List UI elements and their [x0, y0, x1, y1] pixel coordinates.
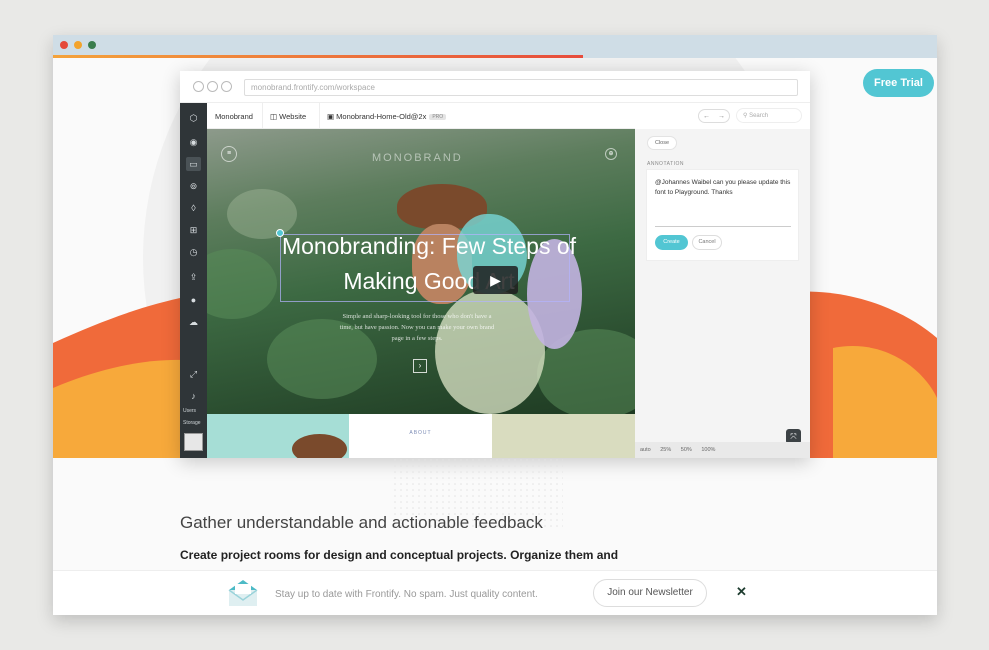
expand-icon[interactable]: ⤢ [186, 367, 201, 381]
browser-chrome [53, 35, 937, 55]
avatar[interactable] [184, 433, 203, 451]
section-heading: Gather understandable and actionable fee… [180, 513, 543, 532]
arrow-right-icon[interactable]: → [718, 113, 725, 120]
content-strip: ABOUT [207, 414, 810, 458]
window-circle-icon [207, 81, 218, 92]
hero-title: Monobranding: Few Steps of Making Good A… [281, 233, 577, 294]
drop-icon[interactable]: ◊ [186, 201, 201, 215]
annotation-panel: Close ANNOTATION @Johannes Waibel can yo… [635, 129, 810, 458]
cancel-button[interactable]: Cancel [692, 235, 722, 250]
nav-arrows[interactable]: ← → [698, 109, 730, 123]
search-input[interactable]: ⚲ Search [736, 108, 802, 123]
window-circle-icon [221, 81, 232, 92]
newsletter-text: Stay up to date with Frontify. No spam. … [275, 589, 538, 600]
circle-icon[interactable]: ● [186, 293, 201, 307]
window-circle-icon [193, 81, 204, 92]
users-label: Users [183, 408, 197, 414]
breadcrumb-item[interactable]: ▣ Monobrand-Home-Old@2x PRO [327, 112, 447, 121]
close-icon[interactable]: ✕ [736, 584, 747, 600]
annotation-text[interactable]: @Johannes Waibel can you please update t… [655, 178, 795, 198]
image-icon: ▣ [327, 112, 337, 121]
sidebar: ⬡ ◉ ▭ ⊚ ◊ ⊞ ◷ ⇪ ● ☁ ⤢ ♪ Users Storage [180, 103, 207, 458]
chevron-right-icon[interactable]: › [413, 359, 427, 373]
section-subtext: Create project rooms for design and conc… [180, 548, 619, 562]
zoom-bar: auto 25% 50% 100% [635, 442, 810, 458]
breadcrumb: Monobrand ◫ Website ▣ Monobrand-Home-Old… [207, 103, 635, 129]
breadcrumb-item[interactable]: Monobrand [215, 112, 253, 121]
breadcrumb-item[interactable]: ◫ Website [270, 112, 306, 121]
maximize-window-icon[interactable] [88, 41, 96, 49]
envelope-icon [228, 580, 258, 606]
play-icon[interactable]: ▶ [473, 266, 518, 294]
about-label: ABOUT [349, 414, 492, 458]
clock-icon[interactable]: ◷ [186, 245, 201, 259]
layout-icon[interactable]: ⊞ [186, 223, 201, 237]
page-content: Free Trial monobrand.frontify.com/worksp… [53, 58, 937, 615]
eye-icon[interactable]: ◉ [186, 135, 201, 149]
frontify-app-window: monobrand.frontify.com/workspace ⬡ ◉ ▭ ⊚… [180, 71, 810, 458]
minimize-window-icon[interactable] [74, 41, 82, 49]
share-icon[interactable]: ⇪ [186, 270, 201, 284]
pro-badge: PRO [429, 114, 447, 121]
hero-image: MONOBRAND ≡ ⊕ Monobranding: Few Steps of… [207, 129, 635, 414]
annotation-box[interactable]: @Johannes Waibel can you please update t… [646, 169, 799, 261]
zoom-option[interactable]: auto [640, 447, 651, 453]
app-address-bar: monobrand.frontify.com/workspace [180, 71, 810, 103]
hero-subtitle: Simple and sharp-looking tool for those … [339, 313, 495, 342]
zoom-option[interactable]: 25% [660, 447, 671, 453]
arrow-left-icon[interactable]: ← [703, 113, 710, 120]
free-trial-button[interactable]: Free Trial [863, 69, 934, 97]
logo-icon[interactable]: ⬡ [186, 111, 201, 125]
storage-label: Storage [183, 420, 201, 426]
join-newsletter-button[interactable]: Join our Newsletter [593, 579, 707, 607]
comment-icon[interactable]: ▭ [186, 157, 201, 171]
zoom-option[interactable]: 100% [701, 447, 715, 453]
annotation-label: ANNOTATION [647, 161, 685, 167]
bell-icon[interactable]: ♪ [186, 389, 201, 403]
camera-icon: ◫ [270, 112, 280, 121]
zoom-option[interactable]: 50% [681, 447, 692, 453]
create-button[interactable]: Create [655, 235, 688, 250]
url-field[interactable]: monobrand.frontify.com/workspace [244, 79, 798, 96]
download-icon[interactable]: ☁ [186, 315, 201, 329]
menu-icon[interactable]: ≡ [221, 146, 237, 162]
close-button[interactable]: Close [647, 136, 677, 150]
hero-logo: MONOBRAND [372, 152, 463, 164]
newsletter-bar: Stay up to date with Frontify. No spam. … [53, 570, 937, 615]
link-icon[interactable]: ⊚ [186, 179, 201, 193]
browser-window: Free Trial monobrand.frontify.com/worksp… [53, 35, 937, 615]
cart-icon[interactable]: ⊕ [605, 148, 617, 160]
close-window-icon[interactable] [60, 41, 68, 49]
